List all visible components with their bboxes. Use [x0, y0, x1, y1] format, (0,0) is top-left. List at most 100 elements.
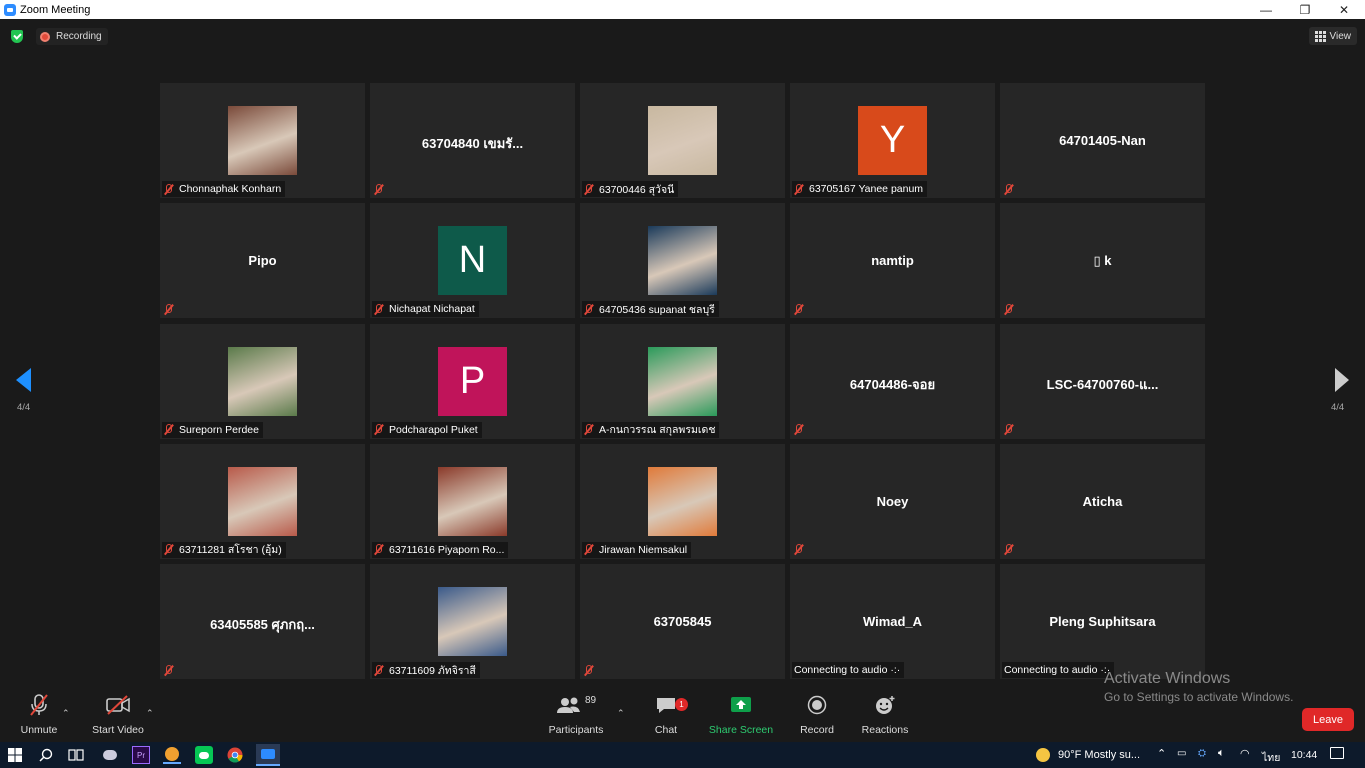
- app-orange-icon[interactable]: [163, 746, 181, 764]
- record-button[interactable]: Record: [798, 690, 836, 742]
- participant-tile[interactable]: 63405585 ศุภกฤ...: [160, 564, 365, 679]
- participant-name-label: Jirawan Niemsakul: [599, 543, 688, 556]
- participant-tile[interactable]: ▯ k: [1000, 203, 1205, 319]
- participant-nameplate: A-กนกวรรณ สกุลพรมเดช: [582, 421, 720, 438]
- minimize-button[interactable]: —: [1246, 0, 1286, 19]
- participant-tile[interactable]: Sureporn Perdee: [160, 323, 365, 439]
- participant-nameplate: Podcharapol Puket: [372, 421, 482, 438]
- task-view-icon[interactable]: [67, 746, 85, 764]
- battery-icon[interactable]: ▭: [1177, 748, 1186, 759]
- participants-label: Participants: [548, 724, 604, 736]
- participant-tile[interactable]: namtip: [790, 203, 995, 319]
- unmute-label: Unmute: [20, 724, 58, 736]
- record-icon: [807, 690, 827, 720]
- participant-display-name: 63704840 เขมรั...: [421, 136, 524, 151]
- input-language[interactable]: ไทย: [1262, 749, 1280, 766]
- wifi-icon[interactable]: ◠: [1240, 747, 1250, 760]
- view-button[interactable]: View: [1308, 27, 1357, 45]
- muted-mic-icon: [584, 183, 593, 195]
- zoom-taskbar-icon[interactable]: [256, 744, 280, 766]
- participant-tile[interactable]: Jirawan Niemsakul: [580, 443, 785, 559]
- participant-tile[interactable]: 64701405-Nan: [1000, 83, 1205, 198]
- tray-chevron-icon[interactable]: ⌃: [1157, 747, 1166, 760]
- participant-tile[interactable]: Y 63705167 Yanee panum: [790, 83, 995, 198]
- volume-icon[interactable]: 🔈︎: [1218, 747, 1225, 760]
- muted-mic-icon: [374, 664, 383, 676]
- participant-name-label: Podcharapol Puket: [389, 423, 478, 436]
- participant-tile[interactable]: 64705436 supanat ชลบุรี: [580, 203, 785, 319]
- participant-tile[interactable]: 63700446 สุวัจนี: [580, 83, 785, 198]
- participant-tile[interactable]: A-กนกวรรณ สกุลพรมเดช: [580, 323, 785, 439]
- previous-page-arrow-icon[interactable]: [16, 368, 31, 392]
- participant-tile[interactable]: Pleng Suphitsara Connecting to audio ·:·: [1000, 564, 1205, 679]
- participant-profile-photo: [648, 346, 717, 416]
- participant-tile[interactable]: 63711609 ภัทจิราสี: [370, 564, 575, 679]
- participant-tile[interactable]: 64704486-จอย: [790, 323, 995, 439]
- participant-nameplate: [582, 662, 603, 678]
- participant-tile[interactable]: 63704840 เขมรั...: [370, 83, 575, 198]
- start-video-button[interactable]: Start Video: [90, 690, 146, 742]
- muted-mic-icon: [28, 690, 50, 720]
- participant-name-label: 63700446 สุวัจนี: [599, 183, 675, 196]
- premiere-pro-icon[interactable]: Pr: [132, 746, 150, 764]
- participant-tile[interactable]: Pipo: [160, 203, 365, 319]
- muted-mic-icon: [164, 544, 173, 555]
- muted-mic-icon: [794, 183, 803, 195]
- network-status-icon[interactable]: ⛭: [1198, 748, 1206, 759]
- participant-tile[interactable]: LSC-64700760-แ...: [1000, 323, 1205, 439]
- chat-button[interactable]: 1 Chat: [650, 690, 688, 742]
- weather-text[interactable]: 90°F Mostly su...: [1058, 749, 1140, 761]
- participant-display-name: 63405585 ศุภกฤ...: [210, 617, 315, 632]
- security-shield-icon[interactable]: [11, 30, 23, 43]
- unmute-button[interactable]: Unmute: [18, 690, 60, 742]
- share-screen-icon: [730, 690, 752, 720]
- video-options-caret-icon[interactable]: ⌃: [146, 708, 154, 719]
- notifications-icon[interactable]: [1330, 747, 1344, 759]
- clock-time[interactable]: 10:44: [1291, 749, 1317, 761]
- participants-button[interactable]: 89 Participants: [546, 690, 606, 742]
- record-label: Record: [800, 724, 834, 736]
- reactions-button[interactable]: Reactions: [860, 690, 910, 742]
- participant-tile[interactable]: 63705845: [580, 564, 785, 679]
- muted-mic-icon: [794, 303, 803, 315]
- muted-mic-icon: [164, 183, 173, 195]
- participant-tile[interactable]: 63711616 Piyaporn Ro...: [370, 443, 575, 559]
- chrome-icon[interactable]: [226, 746, 244, 764]
- participant-nameplate: 63711281 สโรชา (อุ้ม): [162, 541, 286, 558]
- share-screen-button[interactable]: Share Screen: [707, 690, 775, 742]
- weather-sun-icon: [1034, 746, 1052, 764]
- maximize-button[interactable]: ❐: [1285, 0, 1325, 19]
- windows-start-icon[interactable]: [6, 746, 24, 764]
- search-icon[interactable]: [37, 746, 55, 764]
- page-indicator-right: 4/4: [1331, 402, 1345, 413]
- participant-tile[interactable]: Noey: [790, 443, 995, 559]
- participants-options-caret-icon[interactable]: ⌃: [617, 708, 625, 719]
- participant-display-name: Pipo: [248, 253, 277, 269]
- close-button[interactable]: ✕: [1324, 0, 1364, 19]
- participant-tile[interactable]: 63711281 สโรชา (อุ้ม): [160, 443, 365, 559]
- participant-nameplate: [1002, 181, 1023, 197]
- participant-name-label: 63705167 Yanee panum: [809, 183, 924, 195]
- recording-indicator[interactable]: Recording: [36, 28, 108, 45]
- grid-view-icon: [1314, 30, 1326, 42]
- participant-tile[interactable]: Chonnaphak Konharn: [160, 83, 365, 198]
- participant-profile-photo: [228, 346, 297, 416]
- audio-options-caret-icon[interactable]: ⌃: [62, 708, 70, 719]
- participant-tile[interactable]: Wimad_A Connecting to audio ·:·: [790, 564, 995, 679]
- participant-nameplate: Nichapat Nichapat: [372, 301, 479, 318]
- chat-unread-badge: 1: [675, 698, 688, 711]
- participant-tile[interactable]: P Podcharapol Puket: [370, 323, 575, 439]
- participant-nameplate: Sureporn Perdee: [162, 421, 263, 438]
- participant-profile-photo: [648, 466, 717, 536]
- line-app-icon[interactable]: [195, 746, 213, 764]
- participant-tile[interactable]: Aticha: [1000, 443, 1205, 559]
- participant-profile-photo: [438, 466, 507, 536]
- weather-app-icon[interactable]: [101, 746, 119, 764]
- participant-profile-photo: [438, 587, 507, 656]
- leave-button[interactable]: Leave: [1302, 708, 1354, 731]
- next-page-arrow-icon[interactable]: [1335, 368, 1349, 392]
- share-screen-label: Share Screen: [708, 724, 774, 736]
- start-video-label: Start Video: [92, 724, 144, 736]
- participant-display-name: 63705845: [653, 614, 712, 629]
- participant-tile[interactable]: N Nichapat Nichapat: [370, 203, 575, 319]
